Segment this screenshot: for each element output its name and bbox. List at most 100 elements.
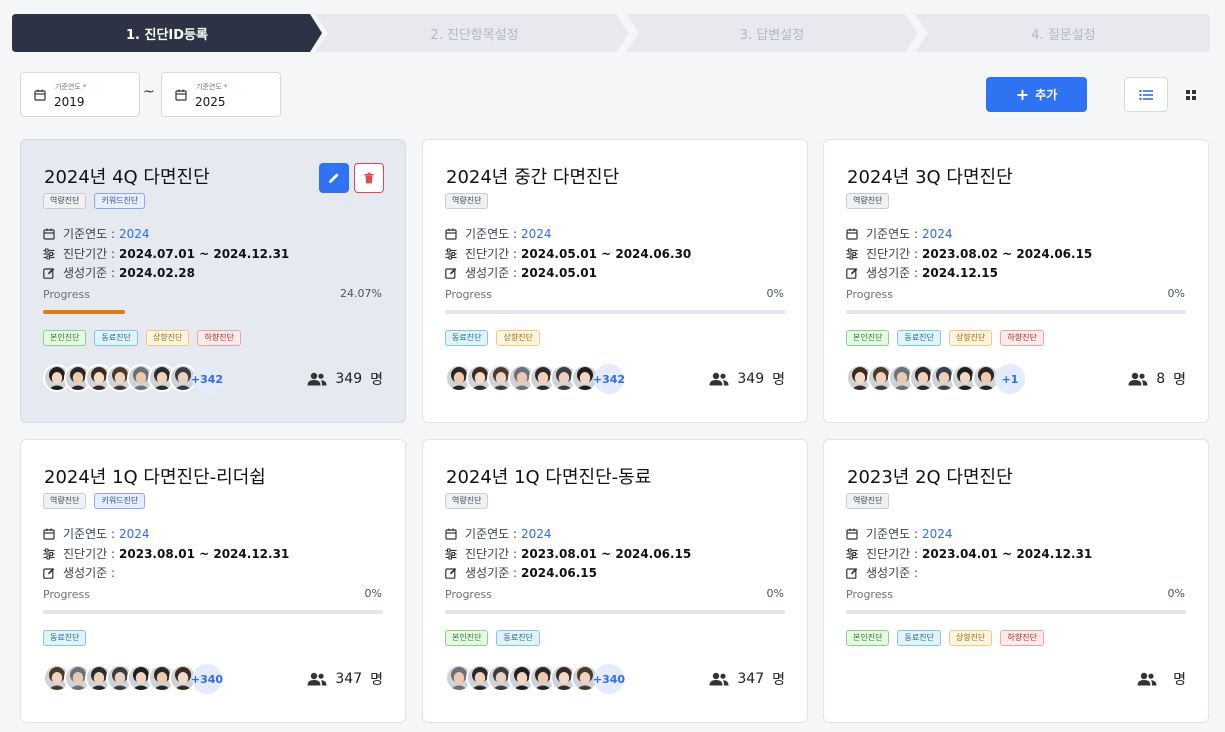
start-year-value: 2019 bbox=[54, 95, 85, 109]
type-tags: 역량진단 키워드진단 bbox=[43, 193, 146, 209]
survey-card[interactable]: 2024년 1Q 다면진단-리더쉽 역량진단 키워드진단 기준연도 :2024 진단기간… bbox=[20, 439, 406, 723]
type-tags: 역량진단 bbox=[846, 193, 890, 209]
year-value: 2024 bbox=[119, 526, 150, 541]
count-value: 347 bbox=[737, 671, 765, 687]
year-label: 기준연도 : bbox=[465, 527, 518, 541]
year-label: 기준연도 : bbox=[63, 527, 116, 541]
info-created: 생성기준 :2024.05.01 bbox=[445, 264, 597, 281]
survey-card[interactable]: 2024년 4Q 다면진단 역량진단 키워드진단 기준연도 :2024 진단기간 :20… bbox=[20, 139, 406, 423]
info-year: 기준연도 :2024 bbox=[43, 225, 150, 242]
category-tag: 본인진단 bbox=[445, 630, 489, 646]
people-icon bbox=[709, 372, 729, 386]
info-year: 기준연도 :2024 bbox=[846, 225, 953, 242]
participant-count: 347 명 bbox=[709, 669, 785, 689]
people-icon bbox=[1137, 672, 1157, 686]
category-tag: 동료진단 bbox=[445, 330, 489, 346]
step-4-label: 4. 질문설정 bbox=[1031, 27, 1096, 43]
add-button[interactable]: + 추가 bbox=[986, 77, 1087, 112]
card-title: 2023년 2Q 다면진단 bbox=[847, 467, 1013, 488]
period-label: 진단기간 : bbox=[866, 547, 919, 561]
category-tag: 상향진단 bbox=[948, 330, 993, 346]
more-participants-badge[interactable]: +340 bbox=[593, 664, 625, 694]
people-icon bbox=[307, 372, 327, 386]
progress-label: Progress bbox=[846, 588, 893, 601]
info-period: 진단기간 :2023.04.01 ~ 2024.12.31 bbox=[846, 545, 1092, 562]
survey-card[interactable]: 2024년 중간 다면진단 역량진단 기준연도 :2024 진단기간 :2024.05… bbox=[422, 139, 808, 423]
category-tag: 동료진단 bbox=[897, 630, 941, 646]
delete-button[interactable] bbox=[354, 163, 384, 193]
end-year-value: 2025 bbox=[195, 95, 226, 109]
more-participants-badge[interactable]: +1 bbox=[995, 364, 1025, 394]
count-value: 349 bbox=[737, 371, 765, 387]
year-value: 2024 bbox=[922, 526, 953, 541]
period-value: 2023.08.02 ~ 2024.06.15 bbox=[922, 246, 1093, 261]
period-label: 진단기간 : bbox=[465, 547, 518, 561]
grid-view-icon bbox=[1186, 90, 1196, 100]
year-label: 기준연도 : bbox=[465, 227, 518, 241]
progress-track bbox=[43, 310, 383, 314]
progress-track bbox=[445, 610, 785, 614]
progress-percent: 0% bbox=[766, 287, 784, 300]
people-icon bbox=[1128, 372, 1148, 386]
step-3[interactable]: 3. 답변설정 bbox=[627, 14, 917, 52]
count-unit: 명 bbox=[1173, 672, 1186, 688]
step-2-label: 2. 진단항목설정 bbox=[430, 27, 519, 43]
info-created: 생성기준 : bbox=[43, 564, 119, 581]
info-created: 생성기준 :2024.02.28 bbox=[43, 264, 195, 281]
edit-note-icon bbox=[846, 267, 858, 279]
progress-percent: 24.07% bbox=[340, 287, 382, 300]
participant-avatars[interactable]: +340 bbox=[445, 664, 625, 694]
category-tag: 상향진단 bbox=[145, 330, 190, 346]
calendar-icon bbox=[34, 89, 46, 101]
calendar-icon bbox=[175, 89, 187, 101]
created-label: 생성기준 : bbox=[63, 566, 116, 580]
info-year: 기준연도 :2024 bbox=[43, 525, 150, 542]
participant-avatars[interactable]: +342 bbox=[445, 364, 625, 394]
card-title: 2024년 4Q 다면진단 bbox=[44, 167, 210, 188]
start-year-field[interactable]: 기준연도 * 2019 bbox=[20, 72, 140, 117]
more-participants-badge[interactable]: +340 bbox=[191, 664, 223, 694]
calendar-icon bbox=[43, 528, 55, 540]
progress-track bbox=[846, 310, 1186, 314]
type-tag: 역량진단 bbox=[846, 193, 890, 209]
type-tag: 키워드진단 bbox=[94, 493, 146, 509]
created-label: 생성기준 : bbox=[465, 266, 518, 280]
survey-card[interactable]: 2024년 3Q 다면진단 역량진단 기준연도 :2024 진단기간 :2023.08… bbox=[823, 139, 1209, 423]
step-2[interactable]: 2. 진단항목설정 bbox=[322, 14, 627, 52]
edit-button[interactable] bbox=[319, 163, 349, 193]
start-year-label: 기준연도 * bbox=[55, 83, 87, 91]
period-value: 2023.08.01 ~ 2024.12.31 bbox=[119, 546, 290, 561]
step-4[interactable]: 4. 질문설정 bbox=[917, 14, 1210, 52]
step-1[interactable]: 1. 진단ID등록 bbox=[12, 14, 322, 52]
stepper: 1. 진단ID등록 2. 진단항목설정 3. 답변설정 4. 질문설정 bbox=[12, 14, 1210, 52]
created-label: 생성기준 : bbox=[866, 266, 919, 280]
period-label: 진단기간 : bbox=[63, 247, 116, 261]
count-unit: 명 bbox=[370, 372, 383, 388]
participant-avatars[interactable]: +342 bbox=[43, 364, 223, 394]
period-label: 진단기간 : bbox=[465, 247, 518, 261]
info-year: 기준연도 :2024 bbox=[445, 225, 552, 242]
edit-note-icon bbox=[846, 567, 858, 579]
card-title: 2024년 1Q 다면진단-동료 bbox=[446, 467, 652, 488]
more-participants-badge[interactable]: +342 bbox=[593, 364, 625, 394]
sliders-icon bbox=[846, 548, 858, 559]
participant-count: 명 bbox=[1137, 669, 1186, 689]
list-view-button[interactable] bbox=[1124, 77, 1168, 112]
category-tag: 상향진단 bbox=[496, 330, 540, 346]
progress-label: Progress bbox=[445, 588, 492, 601]
end-year-field[interactable]: 기준연도 * 2025 bbox=[161, 72, 281, 117]
survey-card[interactable]: 2023년 2Q 다면진단 역량진단 기준연도 :2024 진단기간 :2023.04… bbox=[823, 439, 1209, 723]
created-label: 생성기준 : bbox=[866, 566, 919, 580]
period-label: 진단기간 : bbox=[63, 547, 116, 561]
participant-avatars[interactable]: +1 bbox=[846, 364, 1025, 394]
type-tags: 역량진단 bbox=[846, 493, 890, 509]
sliders-icon bbox=[445, 548, 457, 559]
progress-percent: 0% bbox=[1167, 587, 1185, 600]
category-tag: 하향진단 bbox=[1000, 630, 1044, 646]
survey-card[interactable]: 2024년 1Q 다면진단-동료 역량진단 기준연도 :2024 진단기간 :2023… bbox=[422, 439, 808, 723]
participant-avatars[interactable]: +340 bbox=[43, 664, 223, 694]
participant-count: 8명 bbox=[1128, 369, 1186, 389]
grid-view-button[interactable] bbox=[1180, 84, 1202, 106]
category-tag: 하향진단 bbox=[197, 330, 241, 346]
more-participants-badge[interactable]: +342 bbox=[191, 364, 223, 394]
